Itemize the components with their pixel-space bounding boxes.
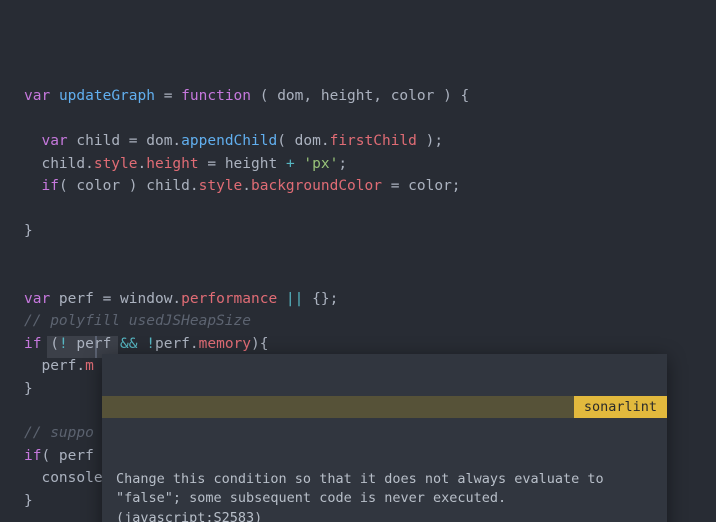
tooltip-source-tag: sonarlint — [574, 396, 667, 418]
comment: // suppo — [24, 425, 94, 441]
tooltip-header: sonarlint — [102, 396, 667, 418]
fn-name: updateGraph — [59, 88, 155, 104]
comment: // polyfill usedJSHeapSize — [24, 313, 251, 329]
kw-function: function — [181, 88, 251, 104]
kw-var: var — [24, 88, 50, 104]
code-editor[interactable]: var updateGraph = function ( dom, height… — [0, 0, 716, 522]
lint-tooltip: sonarlint Change this condition so that … — [102, 354, 667, 522]
tooltip-message: Change this condition so that it does no… — [102, 460, 667, 522]
